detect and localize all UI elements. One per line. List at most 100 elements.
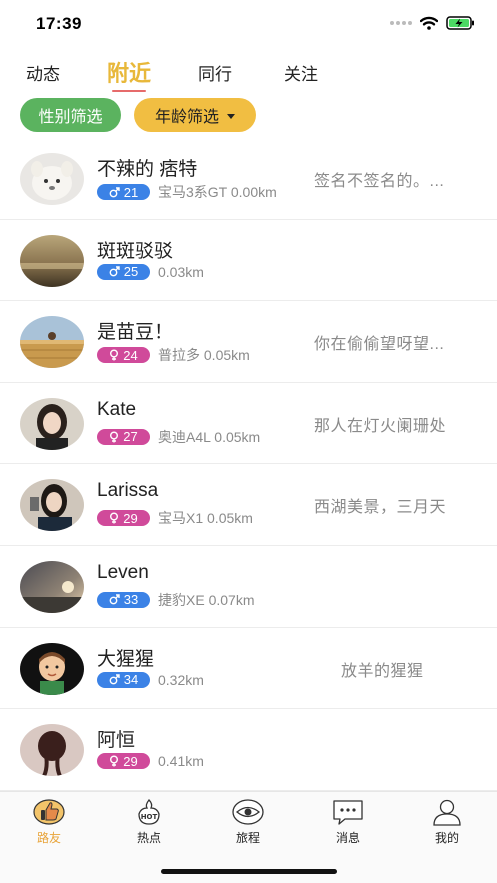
user-signature: 你在偷偷望呀望... <box>314 336 445 354</box>
list-item[interactable]: 是苗豆！ 24 普拉多 0.05km 你在偷偷望呀望... <box>0 301 497 383</box>
svg-text:HOT: HOT <box>141 813 158 821</box>
gender-age-badge: 27 <box>97 428 150 445</box>
female-icon <box>110 512 119 524</box>
home-indicator <box>161 869 337 874</box>
age-filter-label: 年龄筛选 <box>154 109 219 126</box>
male-icon <box>109 186 120 197</box>
status-bar: 17:39 <box>0 0 497 48</box>
user-meta: 25 0.03km <box>97 263 204 280</box>
car-distance: 普拉多 0.05km <box>158 347 250 364</box>
female-icon <box>110 349 119 361</box>
list-item[interactable]: 大猩猩 34 0.32km 放羊的猩猩 <box>0 628 497 710</box>
user-meta: 24 普拉多 0.05km <box>97 345 250 365</box>
thumbs-up-icon <box>33 799 65 825</box>
list-item[interactable]: 斑斑驳驳 25 0.03km <box>0 220 497 302</box>
tab-wo-de[interactable]: 我的 <box>412 798 482 846</box>
user-meta: 27 奥迪A4L 0.05km <box>97 427 260 447</box>
tab-label: 我的 <box>434 831 459 845</box>
avatar <box>20 642 84 695</box>
male-icon <box>109 266 120 277</box>
car-distance: 0.32km <box>158 671 204 688</box>
age-filter-button[interactable]: 年龄筛选 <box>134 98 256 132</box>
status-time: 17:39 <box>36 14 82 33</box>
gender-age-badge: 21 <box>97 184 150 200</box>
filter-row: 性别筛选 年龄筛选 <box>20 98 256 132</box>
user-name: 斑斑驳驳 <box>97 240 174 262</box>
female-icon <box>110 431 119 443</box>
nearby-user-list: 不辣的 痞特 21 宝马3系GT 0.00km 签名不签名的。... 斑斑驳驳 … <box>0 138 497 791</box>
user-age: 25 <box>123 264 139 280</box>
message-icon <box>333 800 363 825</box>
avatar <box>20 397 84 450</box>
tab-lu-you[interactable]: 路友 <box>14 798 84 846</box>
caret-down-icon <box>227 113 235 119</box>
gender-age-badge: 29 <box>97 753 150 770</box>
user-meta: 29 宝马X1 0.05km <box>97 508 253 528</box>
list-item[interactable]: Kate 27 奥迪A4L 0.05km 那人在灯火阑珊处 <box>0 383 497 465</box>
gender-age-badge: 33 <box>97 591 150 608</box>
user-name: 不辣的 痞特 <box>97 159 198 180</box>
tab-label: 路友 <box>36 831 61 845</box>
list-item[interactable]: 阿恒 29 0.41km <box>0 709 497 791</box>
user-age: 34 <box>123 672 139 688</box>
tab-tongxing[interactable]: 同行 <box>194 52 236 92</box>
wifi-icon <box>420 16 438 30</box>
car-distance: 宝马3系GT 0.00km <box>158 184 277 200</box>
list-item[interactable]: 不辣的 痞特 21 宝马3系GT 0.00km 签名不签名的。... <box>0 138 497 220</box>
user-meta: 34 0.32km <box>97 671 204 688</box>
tab-re-dian[interactable]: HOT 热点 <box>114 798 184 846</box>
car-distance: 宝马X1 0.05km <box>158 510 253 527</box>
gender-age-badge: 29 <box>97 510 150 527</box>
tab-dongtai[interactable]: 动态 <box>22 52 64 92</box>
gender-age-badge: 24 <box>97 347 150 364</box>
gender-age-badge: 34 <box>97 671 150 688</box>
active-tab-indicator <box>112 90 146 92</box>
user-age: 21 <box>123 184 139 200</box>
tab-label: 消息 <box>335 831 360 845</box>
signal-icon <box>390 21 412 25</box>
avatar <box>20 153 84 205</box>
list-item[interactable]: Larissa 29 宝马X1 0.05km 西湖美景，三月天 <box>0 464 497 546</box>
car-distance: 0.03km <box>158 263 204 280</box>
user-name: Leven <box>97 561 149 583</box>
user-name: Kate <box>97 398 137 420</box>
user-name: Larissa <box>97 480 159 502</box>
user-signature: 放羊的猩猩 <box>341 662 424 680</box>
user-name: 阿恒 <box>97 730 136 752</box>
eye-icon <box>232 799 264 825</box>
tab-xiao-xi[interactable]: 消息 <box>313 798 383 846</box>
tab-lv-cheng[interactable]: 旅程 <box>213 798 283 846</box>
avatar <box>20 560 84 613</box>
user-age: 24 <box>123 347 138 363</box>
user-name: 是苗豆！ <box>97 322 174 344</box>
user-meta: 21 宝马3系GT 0.00km <box>97 182 277 202</box>
car-distance: 奥迪A4L 0.05km <box>158 428 261 445</box>
user-age: 27 <box>123 429 138 445</box>
battery-charging-icon <box>446 16 474 30</box>
top-tabs: 动态 附近 同行 关注 <box>0 52 497 96</box>
avatar <box>20 724 84 777</box>
user-meta: 33 捷豹XE 0.07km <box>97 590 254 610</box>
gender-filter-label: 性别筛选 <box>38 109 103 126</box>
gender-age-badge: 25 <box>97 263 150 280</box>
list-item[interactable]: Leven 33 捷豹XE 0.07km <box>0 546 497 628</box>
car-distance: 捷豹XE 0.07km <box>158 591 255 608</box>
gender-filter-button[interactable]: 性别筛选 <box>20 98 121 132</box>
status-icons <box>390 16 475 30</box>
tab-guanzhu[interactable]: 关注 <box>280 52 322 92</box>
avatar <box>20 316 84 369</box>
male-icon <box>109 674 120 685</box>
avatar <box>20 234 84 287</box>
hot-icon: HOT <box>138 799 160 825</box>
tab-fujin[interactable]: 附近 <box>102 52 156 92</box>
user-age: 29 <box>123 753 138 769</box>
car-distance: 0.41km <box>158 753 204 770</box>
user-signature: 签名不签名的。... <box>314 173 445 190</box>
user-age: 33 <box>123 592 139 608</box>
tab-label: 热点 <box>136 831 161 845</box>
user-name: 大猩猩 <box>97 648 155 670</box>
tab-label: 旅程 <box>235 831 260 845</box>
profile-icon <box>433 799 461 826</box>
user-age: 29 <box>123 510 138 526</box>
user-signature: 那人在灯火阑珊处 <box>314 417 447 435</box>
